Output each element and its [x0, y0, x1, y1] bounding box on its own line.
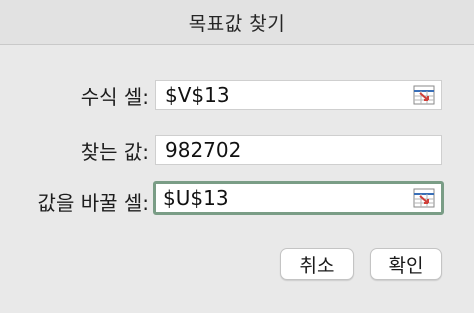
goal-seek-dialog: 목표값 찾기 수식 셀: $V$13 찾는 값: 982702 값을 바꿀 셀:…	[0, 0, 474, 313]
by-changing-cell-label: 값을 바꿀 셀:	[37, 191, 149, 215]
ok-button[interactable]: 확인	[370, 248, 442, 280]
to-value-value[interactable]: 982702	[156, 138, 441, 162]
set-cell-field[interactable]: $V$13	[155, 80, 442, 110]
set-cell-value[interactable]: $V$13	[156, 83, 413, 107]
to-value-label: 찾는 값:	[80, 140, 149, 164]
by-changing-cell-field[interactable]: $U$13	[153, 181, 444, 215]
by-changing-cell-value[interactable]: $U$13	[156, 186, 413, 210]
cancel-button[interactable]: 취소	[280, 248, 354, 280]
title-bar[interactable]: 목표값 찾기	[0, 0, 474, 45]
dialog-title: 목표값 찾기	[188, 12, 286, 35]
cell-range-select-icon[interactable]	[413, 188, 435, 208]
set-cell-label: 수식 셀:	[80, 85, 149, 109]
dialog-body: 수식 셀: $V$13 찾는 값: 982702 값을 바꿀 셀: $U$13	[0, 45, 474, 313]
to-value-field[interactable]: 982702	[155, 135, 442, 165]
cell-range-select-icon[interactable]	[413, 85, 435, 105]
